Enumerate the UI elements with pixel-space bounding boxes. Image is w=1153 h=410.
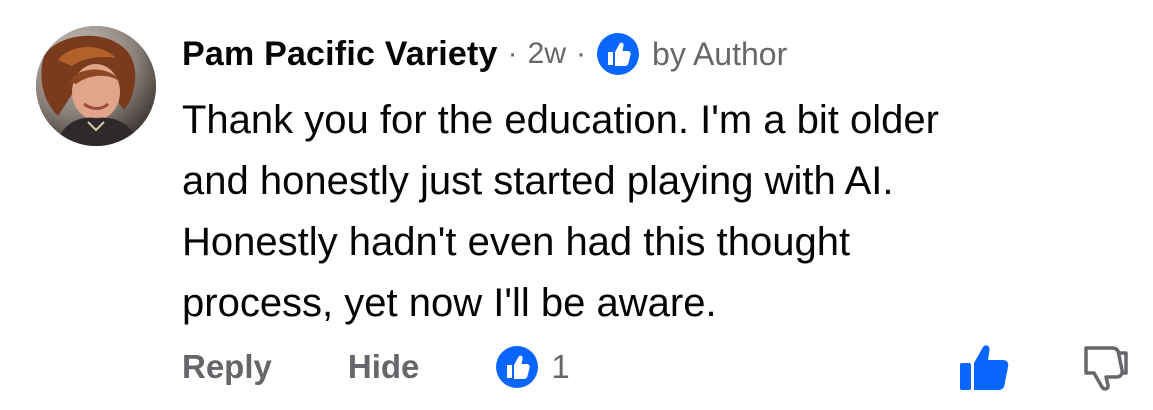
comment-timestamp[interactable]: 2w (528, 37, 566, 71)
avatar[interactable] (36, 26, 156, 146)
comment-actions: Reply Hide 1 (182, 342, 1142, 392)
thumbs-up-icon (495, 345, 539, 389)
author-name[interactable]: Pam Pacific Variety (182, 35, 498, 74)
reaction-count: 1 (551, 348, 570, 385)
separator-dot: · (576, 37, 587, 70)
thumbs-up-filled-icon (960, 345, 1009, 390)
separator-dot: · (507, 37, 518, 70)
reply-button[interactable]: Reply (182, 348, 272, 386)
thumbs-up-icon (596, 32, 640, 76)
like-button[interactable] (958, 342, 1010, 392)
reaction-summary[interactable]: 1 (495, 345, 570, 389)
thumbs-down-outline-icon (1084, 346, 1128, 391)
liked-by-author-label: by Author (652, 35, 788, 72)
comment-text: Thank you for the education. I'm a bit o… (182, 98, 939, 325)
hide-button[interactable]: Hide (348, 348, 420, 386)
dislike-button[interactable] (1082, 342, 1130, 392)
comment-header: Pam Pacific Variety · 2w · by Author (182, 32, 788, 76)
avatar-photo (36, 26, 156, 146)
